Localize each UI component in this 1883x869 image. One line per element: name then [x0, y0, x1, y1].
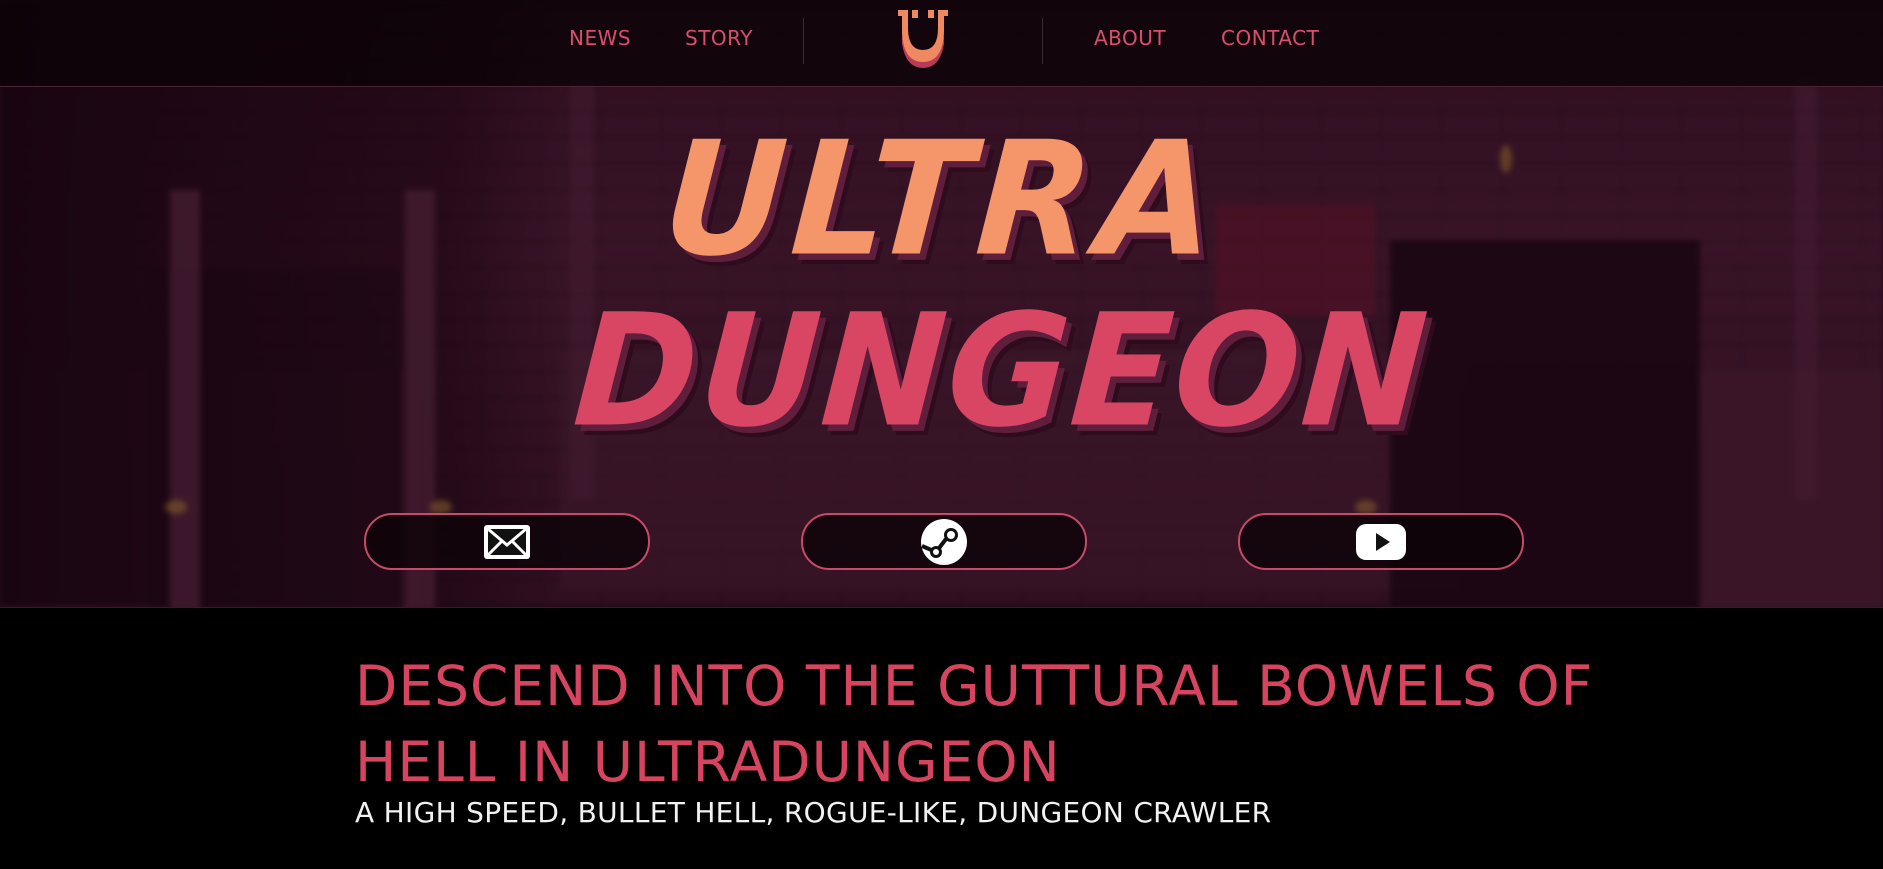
nav-link-contact[interactable]: CONTACT: [1221, 26, 1319, 50]
game-title-logo: ULTRA DUNGEON: [569, 109, 1434, 470]
steam-icon: [920, 518, 968, 566]
nav-divider: [803, 18, 804, 64]
nav-link-news[interactable]: NEWS: [569, 26, 631, 50]
intro-tagline: A HIGH SPEED, BULLET HELL, ROGUE-LIKE, D…: [355, 796, 1272, 829]
title-logo-line-2: DUNGEON: [568, 280, 1435, 462]
horseshoe-logo-icon[interactable]: [890, 4, 956, 72]
email-button[interactable]: [364, 513, 650, 570]
intro-headline: DESCEND INTO THE GUTTURAL BOWELS OF HELL…: [355, 654, 1594, 794]
intro-section: DESCEND INTO THE GUTTURAL BOWELS OF HELL…: [0, 607, 1883, 869]
steam-button[interactable]: [801, 513, 1087, 570]
top-navbar: NEWS STORY ABOUT CONTACT: [0, 0, 1883, 87]
youtube-icon: [1355, 523, 1407, 561]
hero-section: NEWS STORY ABOUT CONTACT ULTRA DUNGEON: [0, 0, 1883, 607]
nav-link-about[interactable]: ABOUT: [1094, 26, 1166, 50]
nav-link-story[interactable]: STORY: [685, 26, 753, 50]
title-logo-line-1: ULTRA: [658, 108, 1227, 292]
nav-divider: [1042, 18, 1043, 64]
youtube-button[interactable]: [1238, 513, 1524, 570]
mail-icon: [482, 523, 532, 561]
